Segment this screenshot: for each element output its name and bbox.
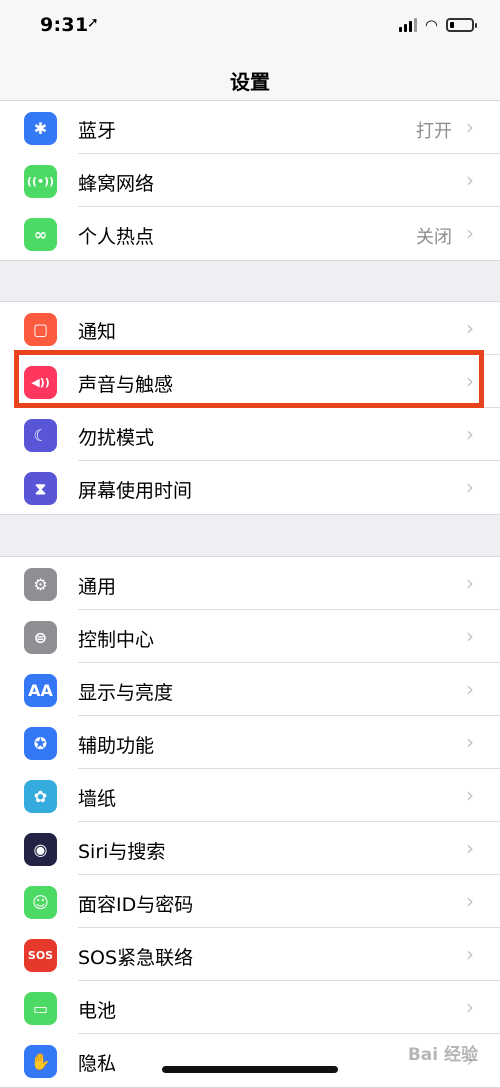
status-bar: 9:31 ➚ ◠ — [0, 0, 500, 56]
settings-row-label: 蜂窝网络 — [78, 173, 155, 195]
hourglass-icon: ⧗ — [24, 472, 57, 505]
chevron-right-icon: › — [466, 942, 474, 966]
settings-row-label: Siri与搜索 — [78, 841, 166, 863]
chevron-right-icon: › — [466, 168, 474, 192]
settings-row-label: 辅助功能 — [78, 735, 155, 757]
settings-row-label: 勿扰模式 — [78, 427, 155, 449]
faceid-icon: ☺ — [24, 886, 57, 919]
settings-row-label: 屏幕使用时间 — [78, 480, 193, 502]
sound-icon: ◀)) — [24, 366, 57, 399]
settings-row-gear[interactable]: ⚙ 通用 › — [0, 557, 500, 610]
gear-icon: ⚙ — [24, 568, 57, 601]
cellular-signal-icon — [398, 18, 417, 32]
cellular-icon: ((•)) — [24, 165, 57, 198]
settings-row-label: 通知 — [78, 321, 117, 343]
notification-icon: ▢ — [24, 313, 57, 346]
watermark: Bai 经验 — [407, 1045, 478, 1065]
settings-row-label: 个人热点 — [78, 226, 155, 248]
chevron-right-icon: › — [466, 115, 474, 139]
settings-row-accessibility[interactable]: ✪ 辅助功能 › — [0, 716, 500, 769]
settings-row-sound[interactable]: ◀)) 声音与触感 › — [0, 355, 500, 408]
chevron-right-icon: › — [466, 730, 474, 754]
home-indicator[interactable] — [162, 1066, 338, 1073]
chevron-right-icon: › — [466, 836, 474, 860]
settings-row-wallpaper[interactable]: ✿ 墙纸 › — [0, 769, 500, 822]
settings-row-cellular[interactable]: ((•)) 蜂窝网络 › — [0, 154, 500, 207]
settings-row-value: 打开 — [416, 121, 452, 142]
settings-row-moon[interactable]: ☾ 勿扰模式 › — [0, 408, 500, 461]
settings-row-hotspot[interactable]: ∞ 个人热点 关闭 › — [0, 207, 500, 260]
chevron-right-icon: › — [466, 369, 474, 393]
chevron-right-icon: › — [466, 624, 474, 648]
settings-row-sos[interactable]: SOS SOS紧急联络 › — [0, 928, 500, 981]
chevron-right-icon: › — [466, 221, 474, 245]
status-icons: ◠ — [398, 16, 477, 34]
settings-row-label: 隐私 — [78, 1053, 117, 1075]
bluetooth-icon: ✱ — [24, 112, 57, 145]
hotspot-icon: ∞ — [24, 218, 57, 251]
chevron-right-icon: › — [466, 571, 474, 595]
chevron-right-icon: › — [466, 783, 474, 807]
settings-row-bluetooth[interactable]: ✱ 蓝牙 打开 › — [0, 101, 500, 154]
chevron-right-icon: › — [466, 889, 474, 913]
settings-row-siri[interactable]: ◉ Siri与搜索 › — [0, 822, 500, 875]
hand-icon: ✋ — [24, 1045, 57, 1078]
location-arrow-icon: ➚ — [87, 15, 99, 31]
settings-group-general: ⚙ 通用 › ⊜ 控制中心 › AA 显示与亮度 › ✪ 辅助功能 › ✿ 墙纸 › ◉ Siri与搜索 › ☺ 面容… — [0, 556, 500, 1088]
settings-row-label: 控制中心 — [78, 629, 155, 651]
chevron-right-icon: › — [466, 995, 474, 1019]
page-title: 设置 — [230, 70, 270, 94]
settings-row-label: 声音与触感 — [78, 374, 174, 396]
settings-row-faceid[interactable]: ☺ 面容ID与密码 › — [0, 875, 500, 928]
battery-status-icon — [446, 18, 477, 32]
settings-row-battery[interactable]: ▭ 电池 › — [0, 981, 500, 1034]
accessibility-icon: ✪ — [24, 727, 57, 760]
toggles-icon: ⊜ — [24, 621, 57, 654]
settings-row-label: SOS紧急联络 — [78, 947, 194, 969]
settings-row-toggles[interactable]: ⊜ 控制中心 › — [0, 610, 500, 663]
battery-icon: ▭ — [24, 992, 57, 1025]
settings-group-connectivity: ✱ 蓝牙 打开 › ((•)) 蜂窝网络 › ∞ 个人热点 关闭 › — [0, 100, 500, 261]
wallpaper-icon: ✿ — [24, 780, 57, 813]
settings-row-value: 关闭 — [416, 227, 452, 248]
display-icon: AA — [24, 674, 57, 707]
chevron-right-icon: › — [466, 316, 474, 340]
settings-group-notifications: ▢ 通知 › ◀)) 声音与触感 › ☾ 勿扰模式 › ⧗ 屏幕使用时间 › — [0, 301, 500, 515]
settings-row-label: 显示与亮度 — [78, 682, 174, 704]
chevron-right-icon: › — [466, 677, 474, 701]
settings-row-label: 蓝牙 — [78, 120, 117, 142]
moon-icon: ☾ — [24, 419, 57, 452]
settings-row-label: 通用 — [78, 576, 117, 598]
settings-row-label: 电池 — [78, 1000, 117, 1022]
settings-row-display[interactable]: AA 显示与亮度 › — [0, 663, 500, 716]
siri-icon: ◉ — [24, 833, 57, 866]
wifi-icon: ◠ — [424, 16, 438, 34]
settings-row-hourglass[interactable]: ⧗ 屏幕使用时间 › — [0, 461, 500, 514]
settings-row-notification[interactable]: ▢ 通知 › — [0, 302, 500, 355]
chevron-right-icon: › — [466, 475, 474, 499]
settings-row-label: 面容ID与密码 — [78, 894, 194, 916]
sos-icon: SOS — [24, 939, 57, 972]
chevron-right-icon: › — [466, 422, 474, 446]
status-time: 9:31 — [40, 14, 89, 36]
settings-row-label: 墙纸 — [78, 788, 117, 810]
